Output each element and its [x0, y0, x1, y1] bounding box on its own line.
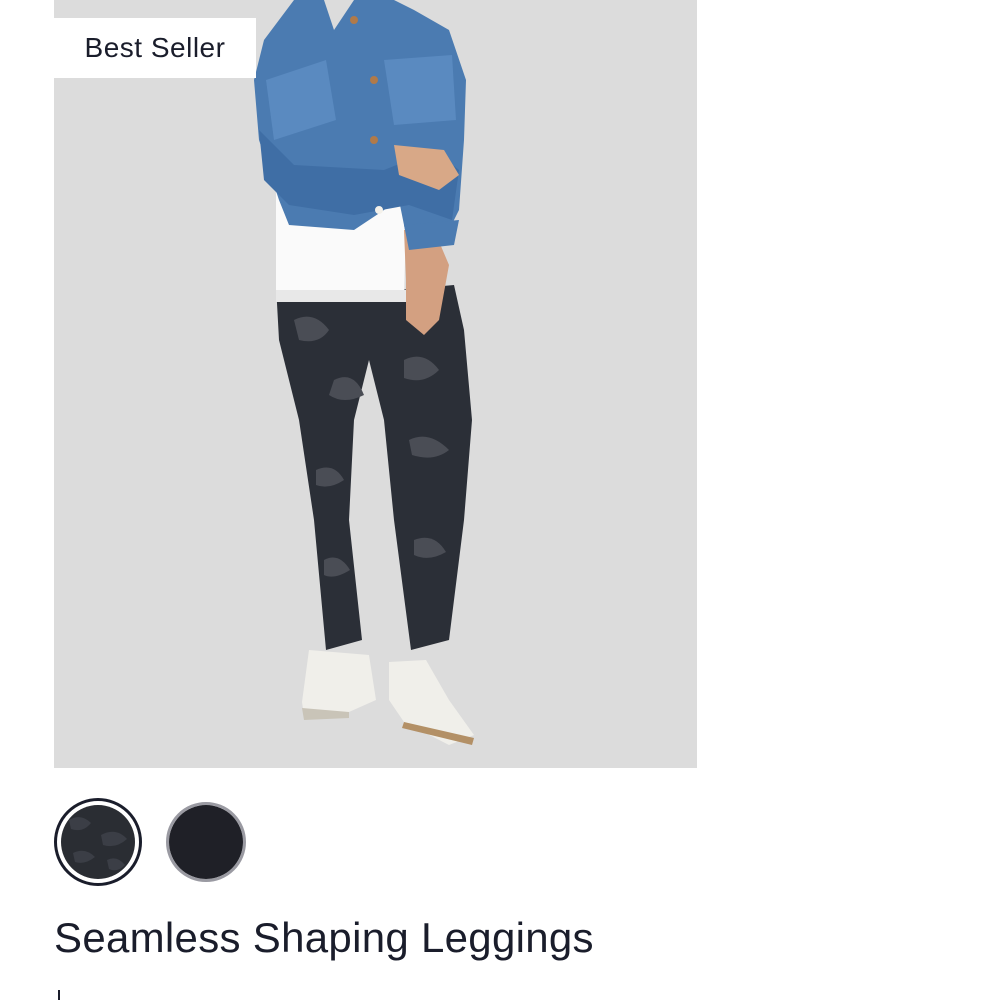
product-title[interactable]: Seamless Shaping Leggings [54, 914, 594, 962]
color-swatches [54, 798, 246, 886]
best-seller-badge: Best Seller [54, 18, 256, 78]
swatch-black[interactable] [166, 802, 246, 882]
price-fragment [58, 990, 64, 1000]
product-image[interactable] [54, 0, 697, 768]
swatch-black-camo[interactable] [54, 798, 142, 886]
model-illustration [254, 0, 474, 745]
badge-label: Best Seller [84, 32, 226, 63]
product-card: Best Seller Seamless Shaping Leggings [0, 0, 1000, 1000]
camo-pattern-icon [61, 805, 135, 879]
swatch-black-camo-fill [61, 805, 135, 879]
swatch-black-fill [169, 805, 243, 879]
